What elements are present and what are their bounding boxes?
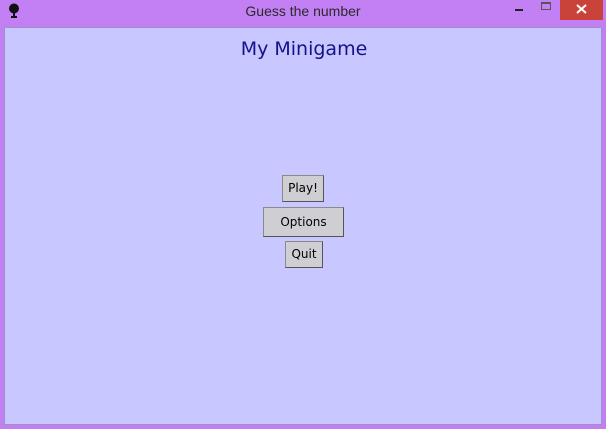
minimize-button[interactable] [505,0,533,20]
game-title: My Minigame [240,38,368,60]
title-bar[interactable]: Guess the number [0,0,606,23]
tk-feather-icon[interactable] [6,3,22,19]
close-button[interactable] [560,0,603,20]
game-canvas: My Minigame Play! Options Quit [4,27,602,425]
quit-button[interactable]: Quit [285,241,323,268]
app-window: Guess the number My Minigame Play! Optio… [0,0,606,429]
maximize-button[interactable] [533,0,560,20]
maximize-icon [541,2,551,10]
options-button[interactable]: Options [263,207,344,237]
close-icon [576,4,587,14]
play-button[interactable]: Play! [282,175,324,202]
minimize-icon [515,9,523,11]
